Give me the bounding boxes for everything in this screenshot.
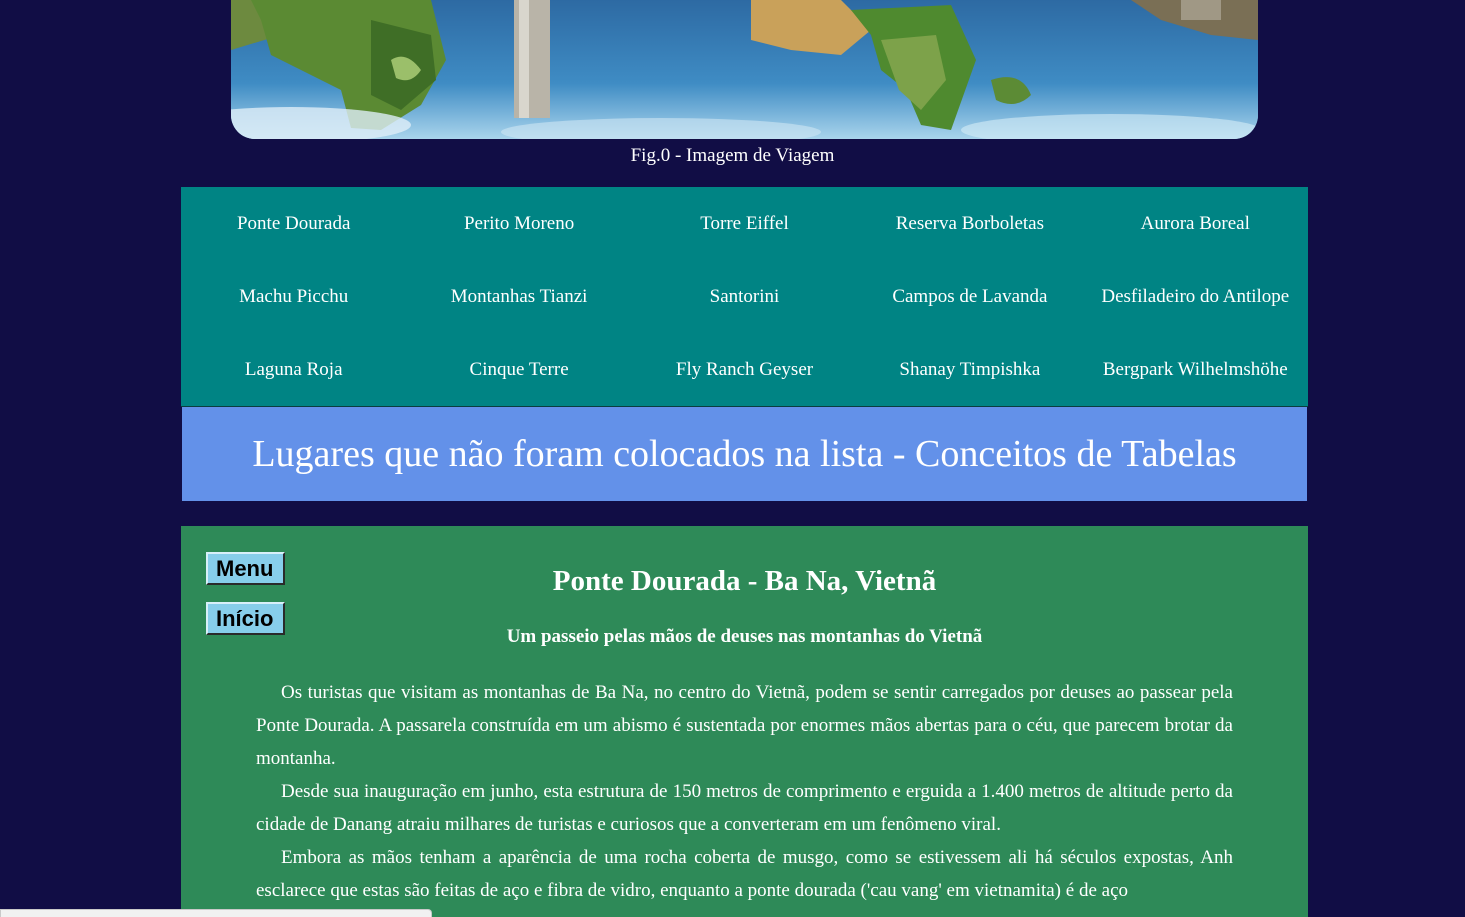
nav-item-montanhas-tianzi[interactable]: Montanhas Tianzi bbox=[406, 260, 631, 333]
article-paragraph: Desde sua inauguração em junho, esta est… bbox=[256, 781, 1233, 835]
nav-item-torre-eiffel[interactable]: Torre Eiffel bbox=[632, 187, 857, 260]
destination-nav: Ponte Dourada Perito Moreno Torre Eiffel… bbox=[181, 187, 1308, 407]
nav-item-campos-de-lavanda[interactable]: Campos de Lavanda bbox=[857, 260, 1082, 333]
section-banner: Lugares que não foram colocados na lista… bbox=[182, 407, 1307, 501]
nav-item-cinque-terre[interactable]: Cinque Terre bbox=[406, 333, 631, 406]
nav-item-desfiladeiro-do-antilope[interactable]: Desfiladeiro do Antilope bbox=[1083, 260, 1308, 333]
nav-item-santorini[interactable]: Santorini bbox=[632, 260, 857, 333]
article-panel: Menu Início Ponte Dourada - Ba Na, Vietn… bbox=[181, 526, 1308, 917]
nav-item-perito-moreno[interactable]: Perito Moreno bbox=[406, 187, 631, 260]
article-paragraph: Os turistas que visitam as montanhas de … bbox=[256, 682, 1233, 769]
nav-item-reserva-borboletas[interactable]: Reserva Borboletas bbox=[857, 187, 1082, 260]
banner-title: Lugares que não foram colocados na lista… bbox=[252, 433, 1237, 475]
browser-status-bar bbox=[0, 909, 432, 917]
travel-hero-image bbox=[231, 0, 1258, 139]
article-body: Os turistas que visitam as montanhas de … bbox=[256, 676, 1233, 907]
nav-item-shanay-timpishka[interactable]: Shanay Timpishka bbox=[857, 333, 1082, 406]
nav-item-laguna-roja[interactable]: Laguna Roja bbox=[181, 333, 406, 406]
nav-item-fly-ranch-geyser[interactable]: Fly Ranch Geyser bbox=[632, 333, 857, 406]
hero-caption: Fig.0 - Imagem de Viagem bbox=[630, 145, 835, 166]
page: Fig.0 - Imagem de Viagem Ponte Dourada P… bbox=[0, 0, 1465, 917]
nav-item-ponte-dourada[interactable]: Ponte Dourada bbox=[181, 187, 406, 260]
article-title: Ponte Dourada - Ba Na, Vietnã bbox=[552, 565, 937, 597]
nav-item-aurora-boreal[interactable]: Aurora Boreal bbox=[1083, 187, 1308, 260]
article-paragraph: Embora as mãos tenham a aparência de uma… bbox=[256, 847, 1233, 901]
nav-item-machu-picchu[interactable]: Machu Picchu bbox=[181, 260, 406, 333]
nav-item-bergpark-wilhelmshohe[interactable]: Bergpark Wilhelmshöhe bbox=[1083, 333, 1308, 406]
article-subtitle: Um passeio pelas mãos de deuses nas mont… bbox=[506, 626, 983, 647]
